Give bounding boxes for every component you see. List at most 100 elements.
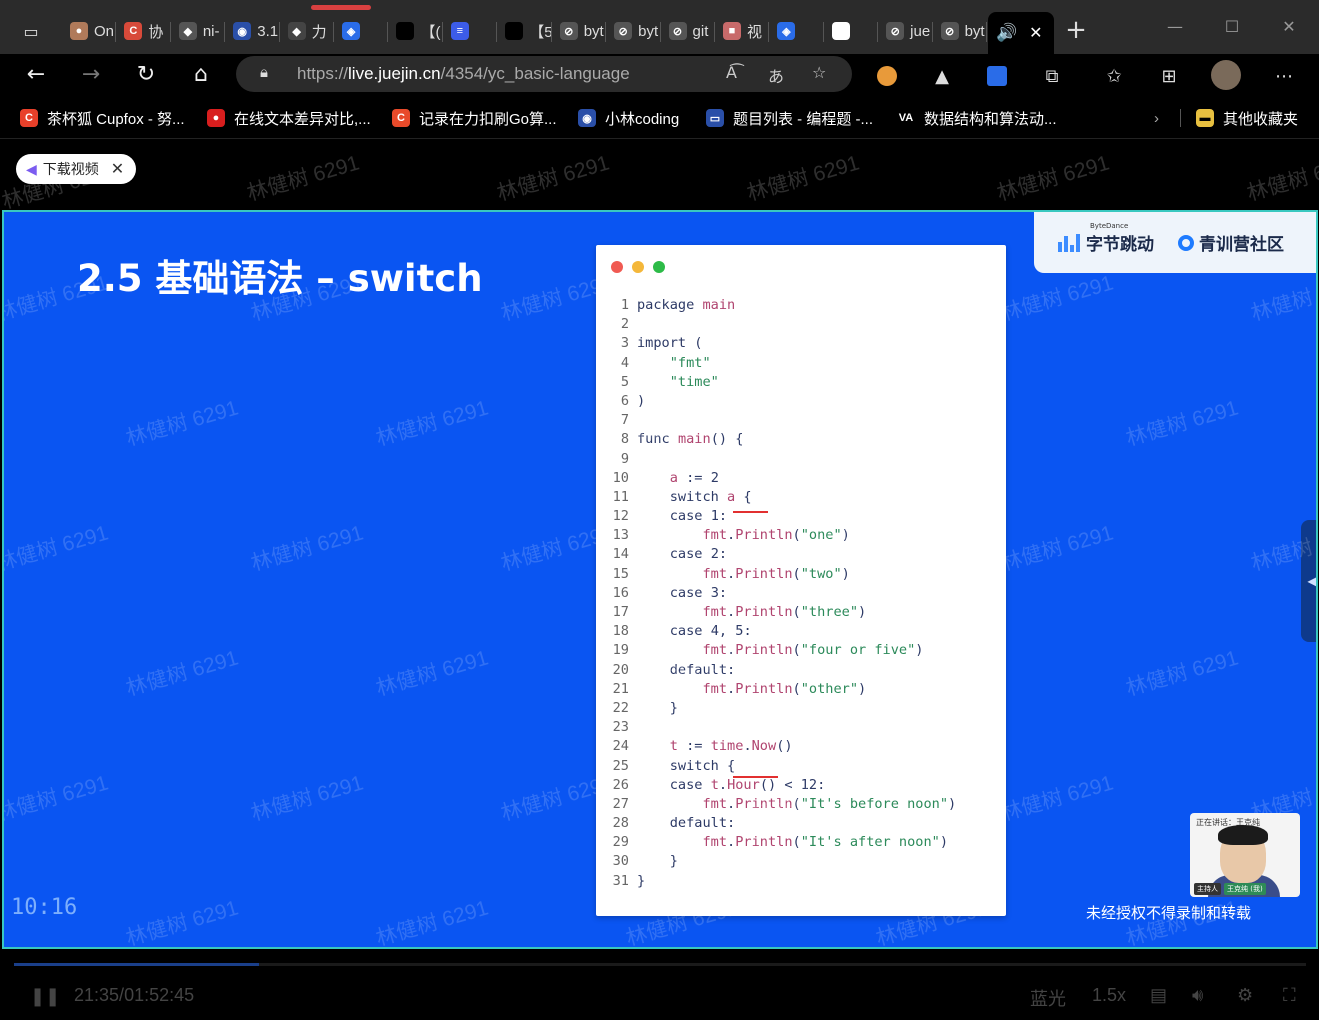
new-tab-button[interactable]: +	[1062, 15, 1090, 47]
volume-icon[interactable]: 🔊︎	[1192, 985, 1203, 1006]
pause-icon[interactable]: ❚❚	[30, 986, 60, 1007]
code-text: case 3:	[669, 584, 728, 601]
settings-icon[interactable]: ⚙	[1237, 985, 1253, 1006]
refresh-icon[interactable]: ↻	[130, 59, 162, 91]
watermark: 林健树 6291	[2, 771, 111, 826]
extension-orange-icon[interactable]	[874, 63, 900, 89]
browser-tab[interactable]: ◈	[769, 12, 824, 50]
line-number: 2	[620, 316, 629, 333]
code-text: }	[669, 699, 678, 716]
close-tab-icon[interactable]: ✕	[1029, 23, 1042, 43]
browser-tab[interactable]: ◆ ni-	[171, 12, 226, 50]
code-text: fmt.Println("four or five")	[702, 642, 924, 659]
side-panel-toggle[interactable]: ◀	[1301, 520, 1316, 642]
extensions-puzzle-icon[interactable]: ⧉	[1039, 63, 1065, 89]
close-window-icon[interactable]: ✕	[1269, 12, 1309, 42]
browser-tab[interactable]: ● On	[62, 12, 117, 50]
tab-actions-icon[interactable]: ▭	[14, 18, 48, 44]
code-window: 1 package main 2 3 import (4 "fmt" 5 "time" 6)…	[596, 245, 1006, 916]
video-player[interactable]: 2.5 基础语法 – switch ByteDance 字节跳动 青训营社区 1…	[2, 210, 1318, 949]
browser-tab[interactable]: 【(	[388, 12, 443, 50]
browser-tab[interactable]: ⊘ git	[661, 12, 715, 50]
browser-tab[interactable]: ⊘ byt	[933, 12, 987, 50]
tab-label: 视	[746, 23, 762, 41]
code-line: 11 switch a {	[596, 488, 1006, 507]
progress-bar[interactable]	[14, 963, 1306, 966]
address-toolbar: ← → ↻ ⌂ 🔒︎ https://live.juejin.cn/4354/y…	[0, 54, 1319, 97]
bookmark-favicon-icon: C	[392, 109, 410, 127]
line-number: 24	[612, 738, 629, 755]
favorites-icon[interactable]: ✩	[1101, 63, 1127, 89]
url-text[interactable]: https://live.juejin.cn/4354/yc_basic-lan…	[297, 64, 630, 84]
bookmark-favicon-icon: VA	[897, 109, 915, 127]
translate-icon[interactable]: あ	[768, 63, 784, 87]
download-video-button[interactable]: ◀ 下载视频 ✕	[16, 154, 137, 184]
profile-avatar[interactable]	[1211, 60, 1241, 90]
bookmarks-divider	[1180, 109, 1181, 127]
bookmark-item[interactable]: C 茶杯狐 Cupfox - 努...	[20, 107, 185, 129]
tab-label: jue	[910, 22, 931, 40]
browser-tab[interactable]: ◆ 力	[280, 12, 335, 50]
forward-icon[interactable]: →	[75, 59, 107, 91]
browser-tab[interactable]: ⊘ jue	[878, 12, 933, 50]
bookmark-item[interactable]: VA 数据结构和算法动...	[897, 107, 1057, 129]
browser-tab[interactable]: 【5	[497, 12, 552, 50]
other-bookmarks[interactable]: ▬ 其他收藏夹	[1196, 107, 1298, 129]
bookmark-item[interactable]: C 记录在力扣刷Go算...	[392, 107, 557, 129]
line-number: 7	[620, 412, 629, 429]
watermark: 林健树 6291	[1123, 396, 1241, 451]
bytedance-small-label: ByteDance	[1090, 222, 1129, 230]
tab-favicon-icon: ⊘	[940, 22, 959, 40]
current-time: 21:35	[74, 985, 120, 1005]
fullscreen-icon[interactable]: ⛶	[1283, 985, 1296, 1006]
browser-tab[interactable]: C协	[116, 12, 171, 50]
line-number: 11	[612, 488, 629, 505]
collections-icon[interactable]: ⊞	[1156, 63, 1182, 89]
code-line: 16 case 3:	[596, 584, 1006, 603]
browser-tab[interactable]: ▭	[824, 12, 879, 50]
minimize-icon[interactable]: —	[1155, 12, 1195, 42]
quality-selector[interactable]: 蓝光	[1030, 985, 1066, 1011]
code-line: 20 default:	[596, 661, 1006, 680]
bookmark-item[interactable]: ● 在线文本差异对比,...	[207, 107, 371, 129]
speaker-thumbnail[interactable]: 正在讲话：王克纯 主持人 王克纯 (我)	[1190, 813, 1300, 897]
bookmark-item[interactable]: ◉ 小林coding	[578, 107, 679, 129]
bookmark-label: 茶杯狐 Cupfox - 努...	[47, 110, 185, 128]
add-favorite-icon[interactable]: ☆	[812, 63, 826, 82]
code-line: 3 import (	[596, 334, 1006, 353]
slide-timer: 10:16	[11, 895, 78, 920]
browser-tab[interactable]: ◉ 3.1	[225, 12, 280, 50]
extension-blue-icon[interactable]	[984, 63, 1010, 89]
code-line: 5 "time"	[596, 373, 1006, 392]
bookmarks-overflow-icon[interactable]: ›	[1154, 107, 1159, 129]
bytedance-logo: ByteDance 字节跳动	[1058, 222, 1154, 255]
tab-audio-indicator	[311, 5, 371, 10]
extension-mountain-icon[interactable]: ▲	[929, 63, 955, 89]
player-controls: ❚❚ 21:35/01:52:45 蓝光 1.5x ▤ 🔊︎ ⚙ ⛶	[0, 949, 1319, 1020]
browser-tab[interactable]: ⊘ byt	[552, 12, 607, 50]
read-aloud-icon[interactable]: A͡	[726, 63, 737, 82]
bookmark-item[interactable]: ▭ 题目列表 - 编程题 -...	[706, 107, 873, 129]
more-menu-icon[interactable]: ⋯	[1271, 63, 1297, 89]
browser-tab[interactable]: ■ 视	[715, 12, 770, 50]
speed-selector[interactable]: 1.5x	[1092, 985, 1126, 1006]
browser-tab[interactable]: ◈	[334, 12, 389, 50]
code-line: 2	[596, 315, 1006, 334]
lock-icon[interactable]: 🔒︎	[260, 63, 268, 81]
maximize-icon[interactable]: ☐	[1212, 12, 1252, 42]
browser-tab[interactable]: ≡	[443, 12, 498, 50]
active-tab[interactable]: 🔊 ✕	[988, 12, 1054, 54]
tab-label: 力	[311, 23, 327, 41]
code-text: package main	[637, 297, 736, 313]
code-line: 1 package main	[596, 296, 1006, 315]
close-icon[interactable]: ✕	[111, 159, 124, 179]
tab-label: 协	[148, 23, 164, 41]
code-line: 10 a := 2	[596, 469, 1006, 488]
speaker-hair	[1218, 825, 1268, 845]
home-icon[interactable]: ⌂	[185, 59, 217, 91]
address-bar[interactable]: 🔒︎ https://live.juejin.cn/4354/yc_basic-…	[236, 56, 852, 92]
line-number: 27	[612, 795, 629, 812]
browser-tab[interactable]: ⊘ byt	[606, 12, 661, 50]
back-icon[interactable]: ←	[20, 59, 52, 91]
subtitles-icon[interactable]: ▤	[1150, 985, 1167, 1006]
